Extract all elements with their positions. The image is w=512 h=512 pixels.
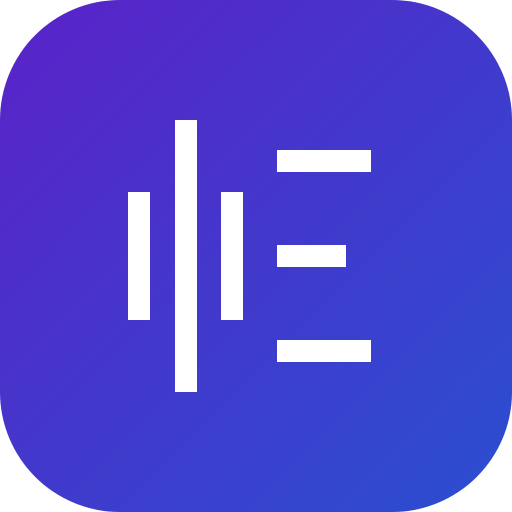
waveform-bar-left: [128, 192, 150, 320]
app-icon: [0, 0, 512, 512]
text-line-bottom: [277, 340, 371, 362]
text-line-middle: [277, 245, 346, 267]
audio-waveform-text-icon: [0, 0, 512, 512]
waveform-bar-right: [221, 192, 243, 320]
text-line-top: [277, 150, 371, 172]
icon-background: [0, 0, 512, 512]
waveform-bar-center: [175, 120, 197, 392]
